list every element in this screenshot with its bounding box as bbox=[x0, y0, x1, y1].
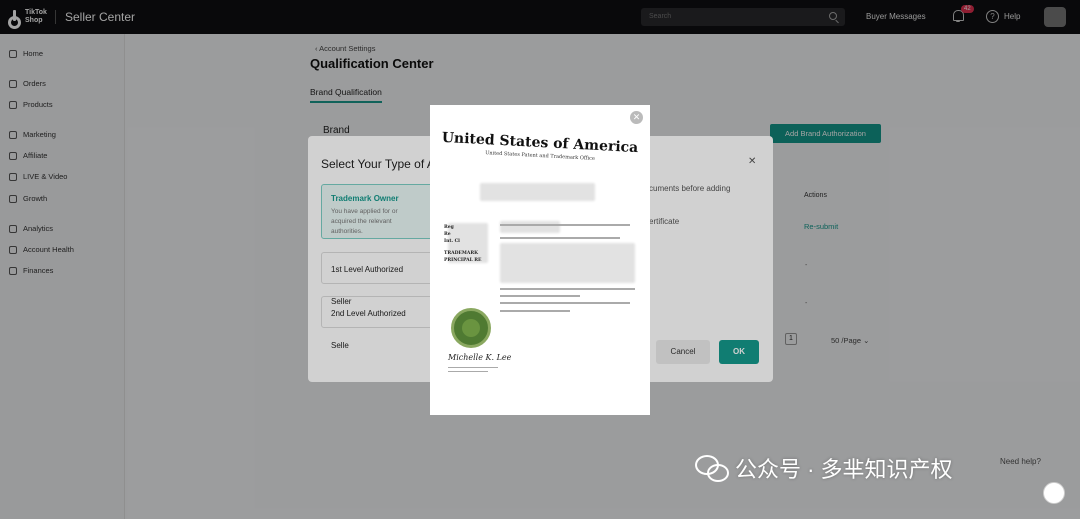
text-line bbox=[500, 295, 580, 297]
certificate-label: Reg bbox=[444, 225, 454, 230]
text-line bbox=[500, 310, 570, 312]
text-line bbox=[448, 371, 488, 372]
redacted-block bbox=[500, 221, 560, 233]
chat-float-button[interactable] bbox=[1043, 482, 1065, 504]
text-line bbox=[448, 367, 498, 368]
watermark: 公众号 · 多芈知识产权 bbox=[695, 452, 953, 484]
text-line bbox=[500, 224, 630, 226]
certificate-label: TRADEMARK bbox=[444, 251, 479, 256]
text-line bbox=[500, 288, 635, 290]
need-help-label[interactable]: Need help? bbox=[1000, 457, 1041, 466]
certificate-label: Int. Cl bbox=[444, 239, 460, 244]
wechat-icon bbox=[695, 455, 729, 482]
seal-icon bbox=[451, 308, 491, 348]
redacted-block bbox=[500, 243, 635, 283]
redacted-block bbox=[480, 183, 595, 201]
certificate-label: Re bbox=[444, 232, 451, 237]
text-line bbox=[500, 237, 620, 239]
certificate-label: PRINCIPAL RE bbox=[444, 258, 482, 263]
signature: Michelle K. Lee bbox=[448, 353, 512, 362]
watermark-text: 公众号 · 多芈知识产权 bbox=[735, 457, 953, 482]
close-icon[interactable]: ✕ bbox=[630, 111, 643, 124]
certificate-preview: ✕ United States of America United States… bbox=[430, 105, 650, 415]
text-line bbox=[500, 302, 630, 304]
